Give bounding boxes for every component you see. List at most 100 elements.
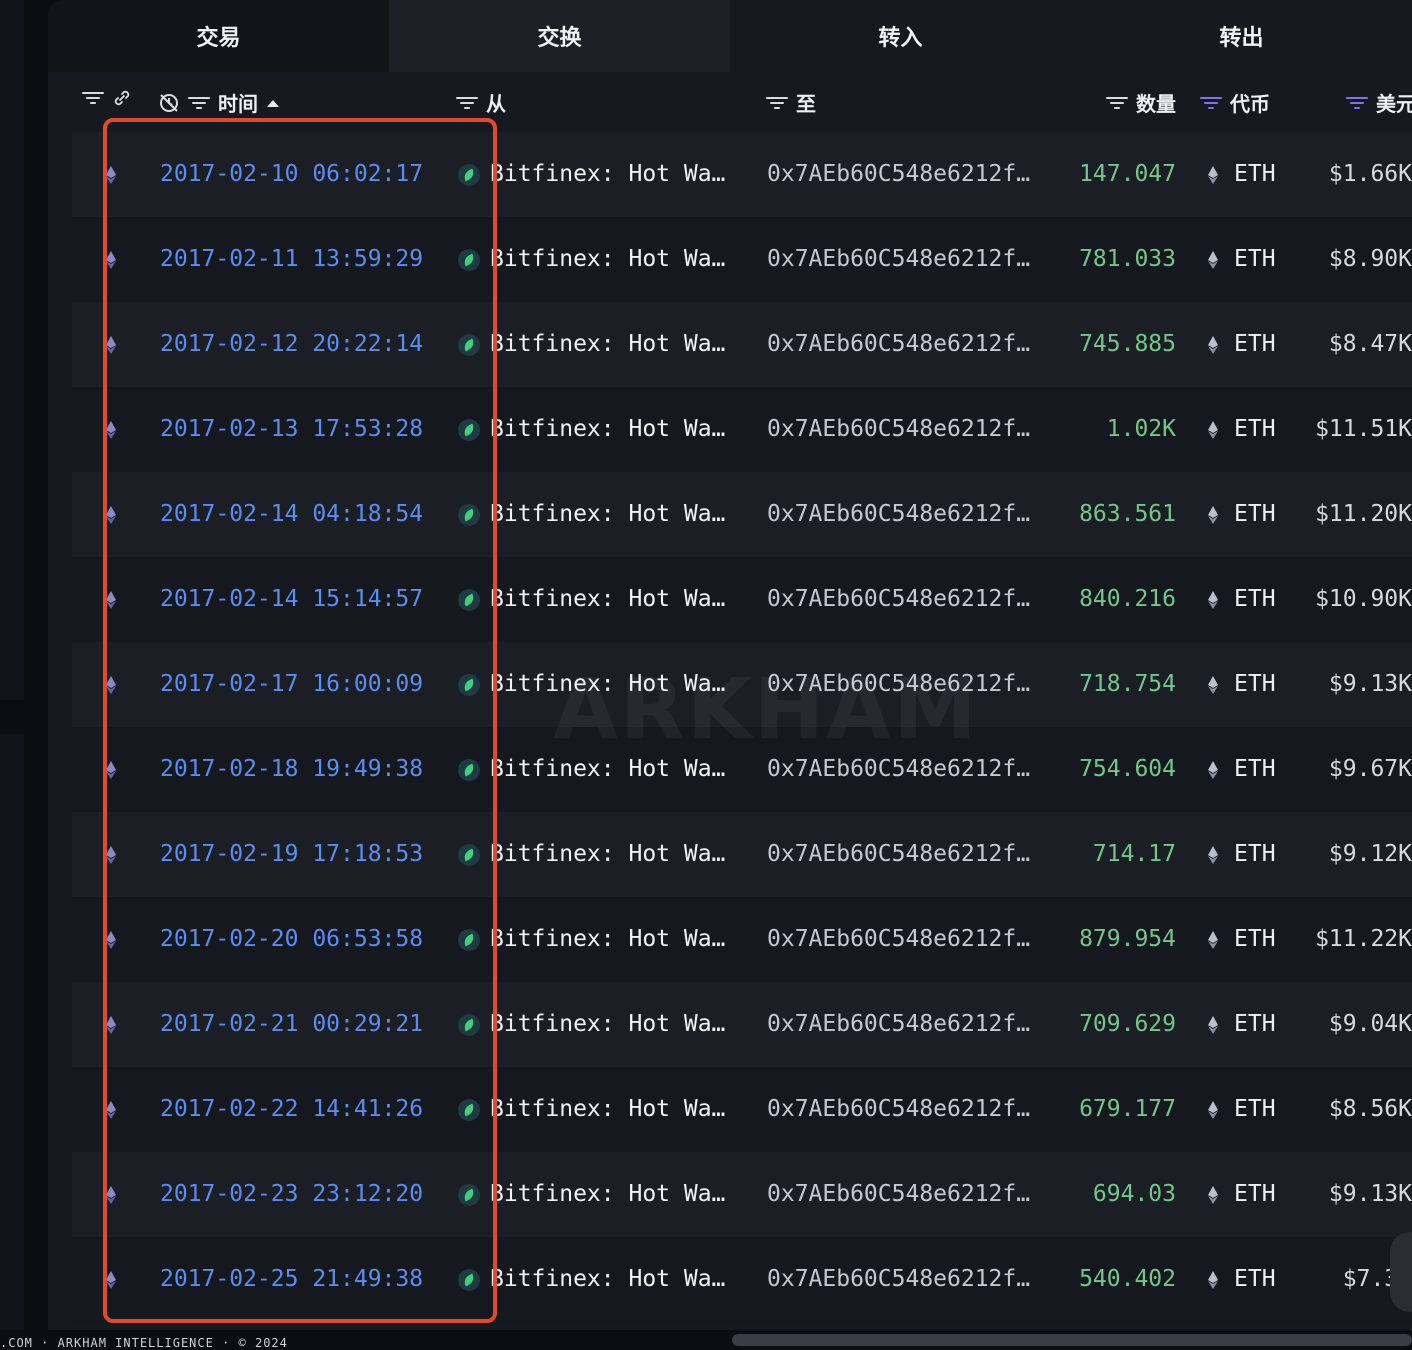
tab-inflows[interactable]: 转入	[730, 0, 1071, 72]
header-token[interactable]: 代币	[1200, 88, 1270, 117]
exchange-icon	[458, 419, 480, 441]
tab-bar: 交易 交换 转入 转出	[48, 0, 1412, 72]
eth-icon	[106, 336, 116, 354]
tab-transactions[interactable]: 交易	[48, 0, 389, 72]
sort-up-icon[interactable]	[266, 98, 280, 108]
tx-to[interactable]: 0x7AEb60C548e6212f…	[767, 302, 1030, 387]
tx-token[interactable]: ETH	[1234, 727, 1276, 812]
table-row[interactable]: 2017-02-13 17:53:28 Bitfinex: Hot Wa… 0x…	[72, 387, 1412, 472]
tx-from[interactable]: Bitfinex: Hot Wa…	[490, 472, 725, 557]
tx-to[interactable]: 0x7AEb60C548e6212f…	[767, 1237, 1030, 1322]
tx-from[interactable]: Bitfinex: Hot Wa…	[490, 217, 725, 302]
header-from[interactable]: 从	[456, 88, 506, 117]
tx-to[interactable]: 0x7AEb60C548e6212f…	[767, 1067, 1030, 1152]
table-row[interactable]: 2017-02-10 06:02:17 Bitfinex: Hot Wa… 0x…	[72, 132, 1412, 217]
header-usd[interactable]: 美元	[1346, 88, 1412, 117]
table-row[interactable]: 2017-02-21 00:29:21 Bitfinex: Hot Wa… 0x…	[72, 982, 1412, 1067]
filter-icon[interactable]	[82, 90, 104, 106]
tx-from[interactable]: Bitfinex: Hot Wa…	[490, 557, 725, 642]
tx-token[interactable]: ETH	[1234, 557, 1276, 642]
filter-icon[interactable]	[1346, 95, 1368, 111]
table-row[interactable]: 2017-02-20 06:53:58 Bitfinex: Hot Wa… 0x…	[72, 897, 1412, 982]
tx-time-link[interactable]: 2017-02-13 17:53:28	[160, 387, 423, 472]
clock-off-icon[interactable]	[158, 92, 180, 114]
tx-time-link[interactable]: 2017-02-22 14:41:26	[160, 1067, 423, 1152]
table-row[interactable]: 2017-02-14 04:18:54 Bitfinex: Hot Wa… 0x…	[72, 472, 1412, 557]
tx-from[interactable]: Bitfinex: Hot Wa…	[490, 982, 725, 1067]
tx-time-link[interactable]: 2017-02-18 19:49:38	[160, 727, 423, 812]
tx-token[interactable]: ETH	[1234, 132, 1276, 217]
tx-token[interactable]: ETH	[1234, 472, 1276, 557]
tx-time-link[interactable]: 2017-02-21 00:29:21	[160, 982, 423, 1067]
tx-quantity: 709.629	[1079, 1011, 1176, 1037]
tx-from[interactable]: Bitfinex: Hot Wa…	[490, 132, 725, 217]
filter-icon[interactable]	[188, 95, 210, 111]
tx-usd: $1.66K	[1328, 161, 1412, 187]
tx-from[interactable]: Bitfinex: Hot Wa…	[490, 897, 725, 982]
table-row[interactable]: 2017-02-14 15:14:57 Bitfinex: Hot Wa… 0x…	[72, 557, 1412, 642]
tx-to[interactable]: 0x7AEb60C548e6212f…	[767, 472, 1030, 557]
tx-quantity: 714.17	[1092, 841, 1176, 867]
filter-icon[interactable]	[1200, 95, 1222, 111]
tx-token[interactable]: ETH	[1234, 897, 1276, 982]
header-time[interactable]: 时间	[158, 88, 280, 117]
tx-from[interactable]: Bitfinex: Hot Wa…	[490, 1067, 725, 1152]
tx-time-link[interactable]: 2017-02-17 16:00:09	[160, 642, 423, 727]
tx-token[interactable]: ETH	[1234, 387, 1276, 472]
tx-to[interactable]: 0x7AEb60C548e6212f…	[767, 1152, 1030, 1237]
tx-to[interactable]: 0x7AEb60C548e6212f…	[767, 897, 1030, 982]
eth-icon	[106, 846, 116, 864]
tab-swaps[interactable]: 交换	[389, 0, 730, 72]
horizontal-scrollbar[interactable]	[732, 1334, 1412, 1346]
tx-from[interactable]: Bitfinex: Hot Wa…	[490, 387, 725, 472]
table-row[interactable]: 2017-02-25 21:49:38 Bitfinex: Hot Wa… 0x…	[72, 1237, 1412, 1322]
tx-time-link[interactable]: 2017-02-20 06:53:58	[160, 897, 423, 982]
link-icon[interactable]	[112, 88, 132, 108]
tx-to[interactable]: 0x7AEb60C548e6212f…	[767, 982, 1030, 1067]
tx-time-link[interactable]: 2017-02-23 23:12:20	[160, 1152, 423, 1237]
tx-token[interactable]: ETH	[1234, 982, 1276, 1067]
tx-time-link[interactable]: 2017-02-11 13:59:29	[160, 217, 423, 302]
tx-time-link[interactable]: 2017-02-12 20:22:14	[160, 302, 423, 387]
tx-time-link[interactable]: 2017-02-14 15:14:57	[160, 557, 423, 642]
tx-token[interactable]: ETH	[1234, 812, 1276, 897]
table-row[interactable]: 2017-02-23 23:12:20 Bitfinex: Hot Wa… 0x…	[72, 1152, 1412, 1237]
eth-icon	[1208, 591, 1218, 609]
tx-time-link[interactable]: 2017-02-10 06:02:17	[160, 132, 423, 217]
tx-quantity: 540.402	[1079, 1266, 1176, 1292]
tx-from[interactable]: Bitfinex: Hot Wa…	[490, 812, 725, 897]
tx-to[interactable]: 0x7AEb60C548e6212f…	[767, 812, 1030, 897]
eth-icon	[106, 1101, 116, 1119]
tx-to[interactable]: 0x7AEb60C548e6212f…	[767, 387, 1030, 472]
filter-icon[interactable]	[766, 95, 788, 111]
tx-token[interactable]: ETH	[1234, 1067, 1276, 1152]
tx-to[interactable]: 0x7AEb60C548e6212f…	[767, 557, 1030, 642]
tx-usd: $9.13K	[1328, 1181, 1412, 1207]
tx-from[interactable]: Bitfinex: Hot Wa…	[490, 1152, 725, 1237]
tx-to[interactable]: 0x7AEb60C548e6212f…	[767, 132, 1030, 217]
tx-time-link[interactable]: 2017-02-14 04:18:54	[160, 472, 423, 557]
floating-button[interactable]	[1390, 1232, 1412, 1312]
table-row[interactable]: 2017-02-22 14:41:26 Bitfinex: Hot Wa… 0x…	[72, 1067, 1412, 1152]
tx-time-link[interactable]: 2017-02-25 21:49:38	[160, 1237, 423, 1322]
exchange-icon	[458, 504, 480, 526]
tx-from[interactable]: Bitfinex: Hot Wa…	[490, 302, 725, 387]
tx-token[interactable]: ETH	[1234, 1237, 1276, 1322]
exchange-icon	[458, 759, 480, 781]
table-row[interactable]: 2017-02-19 17:18:53 Bitfinex: Hot Wa… 0x…	[72, 812, 1412, 897]
tx-to[interactable]: 0x7AEb60C548e6212f…	[767, 217, 1030, 302]
table-row[interactable]: 2017-02-11 13:59:29 Bitfinex: Hot Wa… 0x…	[72, 217, 1412, 302]
header-to[interactable]: 至	[766, 88, 816, 117]
eth-icon	[106, 761, 116, 779]
tx-token[interactable]: ETH	[1234, 217, 1276, 302]
filter-icon[interactable]	[1106, 95, 1128, 111]
tab-outflows[interactable]: 转出	[1071, 0, 1412, 72]
tx-token[interactable]: ETH	[1234, 642, 1276, 727]
tx-from[interactable]: Bitfinex: Hot Wa…	[490, 1237, 725, 1322]
filter-icon[interactable]	[456, 95, 478, 111]
tx-token[interactable]: ETH	[1234, 302, 1276, 387]
tx-token[interactable]: ETH	[1234, 1152, 1276, 1237]
header-quantity[interactable]: 数量	[1106, 88, 1176, 117]
tx-time-link[interactable]: 2017-02-19 17:18:53	[160, 812, 423, 897]
table-row[interactable]: 2017-02-12 20:22:14 Bitfinex: Hot Wa… 0x…	[72, 302, 1412, 387]
